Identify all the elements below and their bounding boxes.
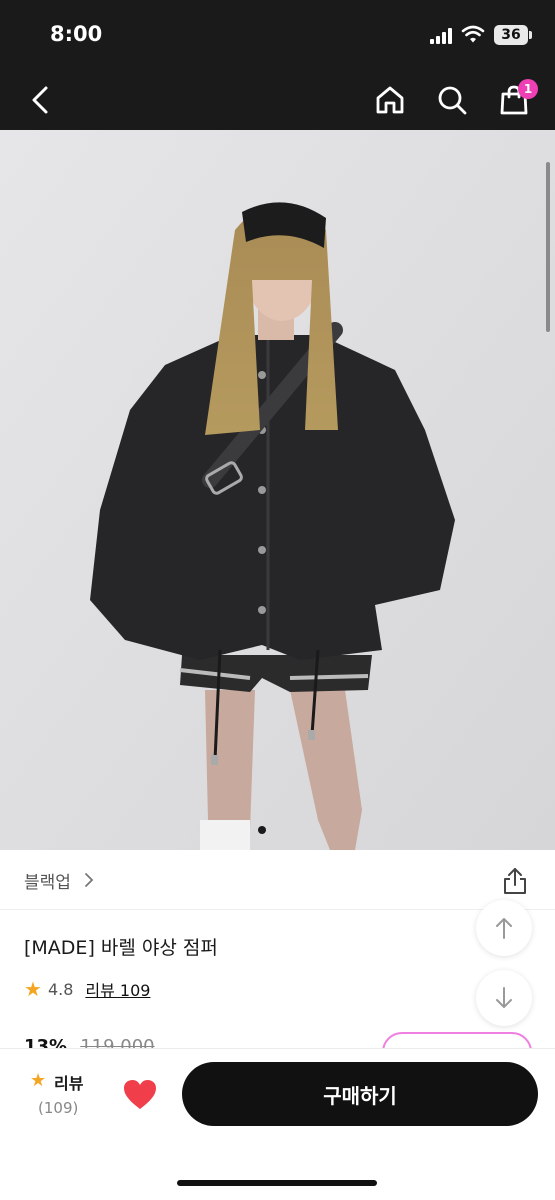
scroll-top-button[interactable]	[476, 900, 532, 956]
review-link[interactable]: 리뷰 109	[85, 977, 150, 1001]
product-image[interactable]	[0, 130, 555, 850]
home-button[interactable]	[370, 80, 410, 120]
cart-count-badge: 1	[518, 79, 538, 99]
battery-tip	[529, 31, 532, 39]
model-illustration	[0, 130, 555, 850]
wifi-icon	[461, 25, 485, 43]
bottom-review-label[interactable]: 리뷰	[54, 1070, 83, 1094]
search-icon	[438, 86, 467, 115]
brand-row[interactable]: 블랙업	[0, 850, 555, 910]
bottom-review-count[interactable]: (109)	[38, 1099, 78, 1117]
rating-value: 4.8	[47, 979, 74, 999]
arrow-up-icon	[496, 918, 512, 939]
top-nav	[0, 70, 555, 130]
status-time: 8:00	[50, 22, 103, 46]
scroll-bottom-button[interactable]	[476, 970, 532, 1026]
brand-name[interactable]: 블랙업	[24, 868, 71, 893]
status-bar: 8:00 36	[0, 0, 555, 70]
home-indicator	[177, 1180, 377, 1186]
product-title: [MADE] 바렐 야상 점퍼	[24, 937, 218, 959]
signal-icon	[430, 28, 454, 44]
chevron-left-icon	[32, 86, 48, 114]
arrow-down-icon	[496, 987, 512, 1008]
image-scroll-indicator	[546, 162, 550, 332]
review-star-icon: ★	[30, 1070, 47, 1091]
heart-icon[interactable]	[122, 1078, 158, 1112]
chevron-right-icon	[85, 873, 94, 887]
home-icon	[376, 86, 404, 114]
back-button[interactable]	[20, 80, 60, 120]
rating-row: ★ 4.8 리뷰 109	[24, 978, 150, 1000]
star-icon: ★	[24, 977, 42, 1001]
buy-button[interactable]: 구매하기	[182, 1062, 538, 1126]
battery-icon: 36	[494, 25, 528, 45]
carousel-dot[interactable]	[258, 826, 266, 834]
share-icon[interactable]	[500, 866, 530, 896]
search-button[interactable]	[432, 80, 472, 120]
